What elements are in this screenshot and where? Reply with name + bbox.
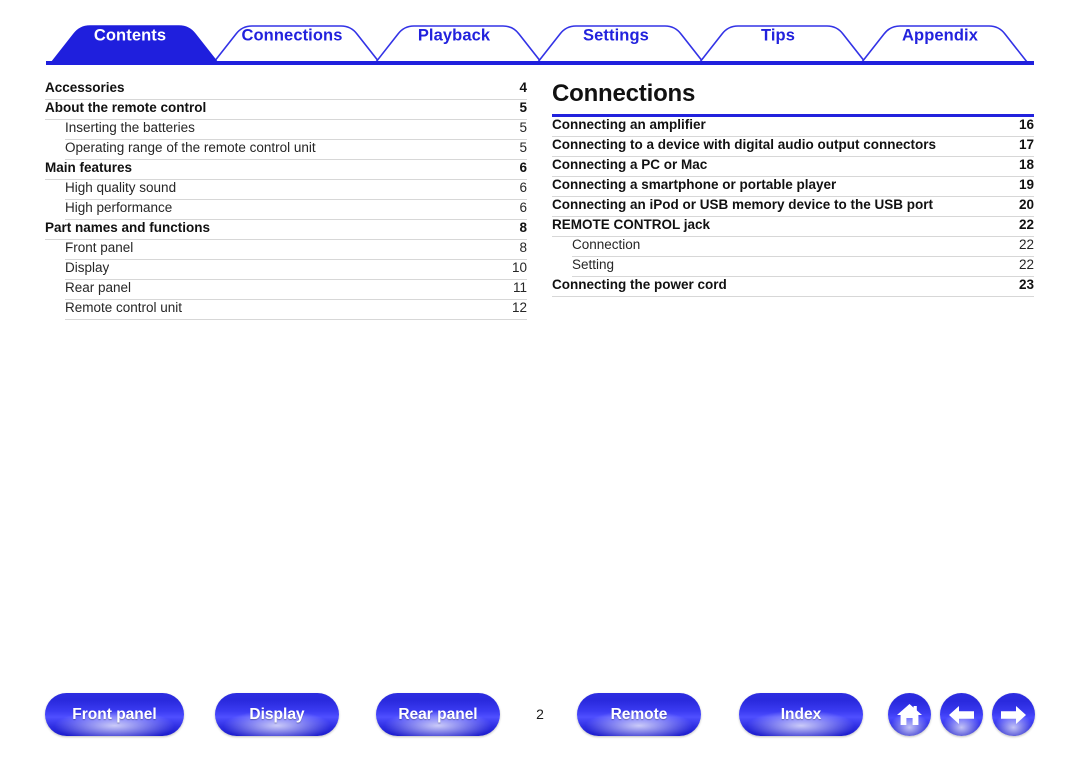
toc-entry-label: Remote control unit xyxy=(65,300,183,315)
toc-entry-label: Connecting a smartphone or portable play… xyxy=(552,177,837,192)
toc-entry-page: 12 xyxy=(511,300,527,315)
toc-entry[interactable]: Rear panel 11 xyxy=(65,280,527,300)
toc-entry[interactable]: Front panel 8 xyxy=(65,240,527,260)
toc-entry[interactable]: Connecting a PC or Mac 18 xyxy=(552,157,1034,177)
toc-entry[interactable]: Accessories 4 xyxy=(45,80,527,100)
toc-entry-page: 6 xyxy=(519,200,527,215)
footer-button-label: Front panel xyxy=(72,705,157,723)
toc-entry-page: 5 xyxy=(519,100,527,115)
toc-entry-page: 23 xyxy=(1018,277,1034,292)
tab-settings[interactable] xyxy=(538,22,703,62)
tab-connections[interactable] xyxy=(214,22,379,62)
toc-entry[interactable]: High performance 6 xyxy=(65,200,527,220)
tab-contents[interactable] xyxy=(52,22,217,62)
toc-entry-page: 22 xyxy=(1018,257,1034,272)
toc-entry-page: 5 xyxy=(519,140,527,155)
toc-entry-page: 11 xyxy=(512,280,527,295)
toc-entry[interactable]: Inserting the batteries 5 xyxy=(65,120,527,140)
footer-button-front-panel[interactable]: Front panel xyxy=(45,693,184,736)
toc-entry[interactable]: Connection 22 xyxy=(572,237,1034,257)
arrow-left-icon[interactable] xyxy=(940,693,983,736)
toc-entry[interactable]: Display 10 xyxy=(65,260,527,280)
tab-bar: Contents Connections Playback Settings T… xyxy=(0,0,1080,68)
toc-entry-label: Front panel xyxy=(65,240,134,255)
toc-entry[interactable]: High quality sound 6 xyxy=(65,180,527,200)
toc-entry[interactable]: Connecting a smartphone or portable play… xyxy=(552,177,1034,197)
toc-entry-label: Main features xyxy=(45,160,133,175)
toc-entry-page: 6 xyxy=(519,160,527,175)
toc-column-left: Accessories 4 About the remote control 5 Ins… xyxy=(45,80,527,320)
toc-entry[interactable]: Connecting the power cord 23 xyxy=(552,277,1034,297)
toc-entry-page: 5 xyxy=(519,120,527,135)
toc-entry-label: Inserting the batteries xyxy=(65,120,195,135)
footer-button-label: Remote xyxy=(610,705,668,723)
toc-entry-label: Setting xyxy=(572,257,615,272)
toc-entry-label: Accessories xyxy=(45,80,125,95)
toc-entry[interactable]: REMOTE CONTROL jack 22 xyxy=(552,217,1034,237)
page-number: 2 xyxy=(536,706,544,722)
toc-entry-label: Operating range of the remote control un… xyxy=(65,140,316,155)
toc-entry-label: Rear panel xyxy=(65,280,132,295)
toc-entry-page: 4 xyxy=(519,80,527,95)
toc-entry[interactable]: Connecting to a device with digital audi… xyxy=(552,137,1034,157)
toc-entry[interactable]: Part names and functions 8 xyxy=(45,220,527,240)
toc-entry-page: 19 xyxy=(1018,177,1034,192)
toc-list-right: Connecting an amplifier 16 Connecting to a… xyxy=(552,117,1034,297)
toc-entry[interactable]: Setting 22 xyxy=(572,257,1034,277)
toc-entry-label: REMOTE CONTROL jack xyxy=(552,217,711,232)
toc-entry-page: 8 xyxy=(519,240,527,255)
toc-list-left: Accessories 4 About the remote control 5 Ins… xyxy=(45,80,527,320)
tab-playback[interactable] xyxy=(376,22,541,62)
footer-button-rear-panel[interactable]: Rear panel xyxy=(376,693,500,736)
page-title: Connections xyxy=(552,80,696,107)
toc-entry-page: 10 xyxy=(511,260,527,275)
footer-button-label: Rear panel xyxy=(398,705,478,723)
tab-appendix[interactable] xyxy=(862,22,1027,62)
toc-entry[interactable]: Main features 6 xyxy=(45,160,527,180)
toc-entry-label: High quality sound xyxy=(65,180,177,195)
arrow-right-glyph xyxy=(1001,705,1026,724)
toc-entry-label: Connecting an iPod or USB memory device … xyxy=(552,197,934,212)
toc-entry-page: 6 xyxy=(519,180,527,195)
toc-entry-label: Connecting a PC or Mac xyxy=(552,157,708,172)
toc-entry[interactable]: About the remote control 5 xyxy=(45,100,527,120)
footer-button-remote[interactable]: Remote xyxy=(577,693,701,736)
home-icon[interactable] xyxy=(888,693,931,736)
toc-entry-page: 22 xyxy=(1018,217,1034,232)
toc-entry-page: 18 xyxy=(1018,157,1034,172)
tab-tips[interactable] xyxy=(700,22,865,62)
toc-entry-label: About the remote control xyxy=(45,100,207,115)
toc-entry-page: 16 xyxy=(1018,117,1034,132)
arrow-right-icon[interactable] xyxy=(992,693,1035,736)
toc-entry-label: High performance xyxy=(65,200,173,215)
toc-entry[interactable]: Connecting an iPod or USB memory device … xyxy=(552,197,1034,217)
toc-entry-label: Connecting to a device with digital audi… xyxy=(552,137,937,152)
arrow-left-glyph xyxy=(949,705,974,724)
toc-entry-label: Connecting an amplifier xyxy=(552,117,706,132)
footer-button-display[interactable]: Display xyxy=(215,693,339,736)
toc-entry-page: 22 xyxy=(1018,237,1034,252)
toc-entry[interactable]: Remote control unit 12 xyxy=(65,300,527,320)
footer-navigation: Front panel Display Rear panel 2 Remote … xyxy=(0,693,1080,741)
toc-entry-label: Connecting the power cord xyxy=(552,277,727,292)
footer-button-index[interactable]: Index xyxy=(739,693,863,736)
toc-entry-page: 17 xyxy=(1018,137,1034,152)
toc-entry-label: Display xyxy=(65,260,110,275)
toc-entry-label: Connection xyxy=(572,237,641,252)
toc-entry-page: 20 xyxy=(1018,197,1034,212)
toc-entry-label: Part names and functions xyxy=(45,220,211,235)
toc-column-right: Connections Connecting an amplifier 16 Con… xyxy=(552,80,1034,297)
toc-entry[interactable]: Operating range of the remote control un… xyxy=(65,140,527,160)
footer-button-label: Index xyxy=(780,705,822,723)
toc-entry-page: 8 xyxy=(519,220,527,235)
footer-button-label: Display xyxy=(249,705,305,723)
toc-entry[interactable]: Connecting an amplifier 16 xyxy=(552,117,1034,137)
home-glyph xyxy=(897,704,922,725)
